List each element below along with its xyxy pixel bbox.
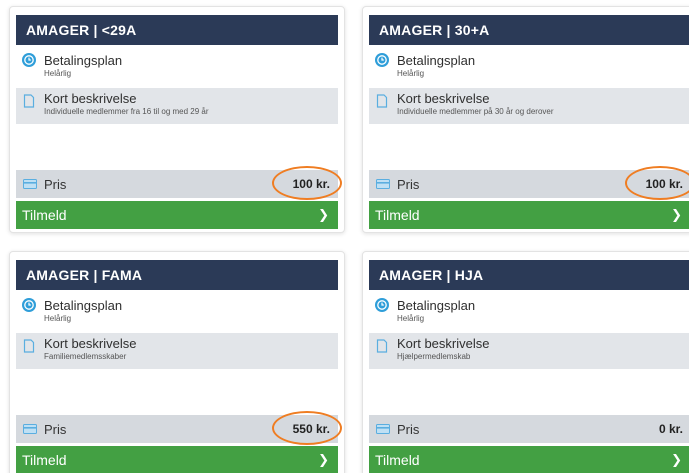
signup-label: Tilmeld bbox=[22, 452, 67, 468]
chevron-right-icon: ❯ bbox=[318, 452, 329, 467]
credit-card-icon bbox=[23, 179, 37, 189]
payment-plan-value: Helårlig bbox=[397, 314, 425, 323]
payment-plan-value: Helårlig bbox=[44, 69, 72, 78]
payment-plan-label: Betalingsplan bbox=[44, 53, 123, 68]
clock-icon bbox=[22, 53, 36, 67]
price-row: Pris 100 kr. bbox=[16, 166, 342, 200]
document-icon bbox=[376, 339, 388, 353]
description-label: Kort beskrivelse bbox=[397, 336, 490, 351]
price-row: Pris 550 kr. bbox=[16, 411, 342, 445]
membership-grid: AMAGER | <29A Betalingsplan Helårlig Kor… bbox=[0, 0, 689, 473]
card-title: AMAGER | HJA bbox=[369, 260, 689, 290]
price-row: Pris 0 kr. bbox=[369, 415, 689, 443]
price-value: 550 kr. bbox=[292, 422, 330, 436]
credit-card-icon bbox=[376, 179, 390, 189]
document-icon bbox=[23, 94, 35, 108]
price-label: Pris bbox=[44, 422, 67, 437]
description-value: Hjælpermedlemskab bbox=[397, 352, 471, 361]
clock-icon bbox=[375, 298, 389, 312]
price-value: 0 kr. bbox=[658, 422, 683, 436]
clock-icon bbox=[375, 53, 389, 67]
membership-card: AMAGER | 30+A Betalingsplan Helårlig Kor… bbox=[362, 6, 689, 233]
price-label: Pris bbox=[397, 422, 420, 437]
price-label: Pris bbox=[44, 177, 67, 192]
signup-button[interactable]: Tilmeld ❯ bbox=[16, 201, 338, 229]
description-label: Kort beskrivelse bbox=[44, 91, 137, 106]
card-title: AMAGER | FAMA bbox=[16, 260, 338, 290]
payment-plan-row: Betalingsplan Helårlig bbox=[16, 292, 338, 331]
payment-plan-row: Betalingsplan Helårlig bbox=[369, 292, 689, 331]
payment-plan-label: Betalingsplan bbox=[44, 298, 123, 313]
document-icon bbox=[376, 94, 388, 108]
payment-plan-label: Betalingsplan bbox=[397, 53, 476, 68]
chevron-right-icon: ❯ bbox=[671, 207, 682, 222]
price-value: 100 kr. bbox=[292, 177, 330, 191]
price-row: Pris 100 kr. bbox=[369, 166, 689, 200]
signup-button[interactable]: Tilmeld ❯ bbox=[369, 201, 689, 229]
payment-plan-value: Helårlig bbox=[397, 69, 425, 78]
signup-label: Tilmeld bbox=[375, 207, 420, 223]
card-title: AMAGER | 30+A bbox=[369, 15, 689, 45]
price-value: 100 kr. bbox=[645, 177, 683, 191]
payment-plan-label: Betalingsplan bbox=[397, 298, 476, 313]
signup-label: Tilmeld bbox=[22, 207, 67, 223]
price-label: Pris bbox=[397, 177, 420, 192]
document-icon bbox=[23, 339, 35, 353]
credit-card-icon bbox=[23, 424, 37, 434]
description-value: Individuelle medlemmer fra 16 til og med… bbox=[44, 107, 209, 116]
membership-card: AMAGER | HJA Betalingsplan Helårlig Kort… bbox=[362, 251, 689, 473]
description-row: Kort beskrivelse Individuelle medlemmer … bbox=[369, 88, 689, 124]
chevron-right-icon: ❯ bbox=[318, 207, 329, 222]
payment-plan-row: Betalingsplan Helårlig bbox=[369, 47, 689, 86]
payment-plan-value: Helårlig bbox=[44, 314, 72, 323]
description-value: Individuelle medlemmer på 30 år og derov… bbox=[397, 107, 554, 116]
signup-label: Tilmeld bbox=[375, 452, 420, 468]
description-value: Familiemedlemsskaber bbox=[44, 352, 127, 361]
description-row: Kort beskrivelse Individuelle medlemmer … bbox=[16, 88, 338, 124]
card-title: AMAGER | <29A bbox=[16, 15, 338, 45]
chevron-right-icon: ❯ bbox=[671, 452, 682, 467]
signup-button[interactable]: Tilmeld ❯ bbox=[369, 446, 689, 473]
description-label: Kort beskrivelse bbox=[44, 336, 137, 351]
credit-card-icon bbox=[376, 424, 390, 434]
membership-card: AMAGER | FAMA Betalingsplan Helårlig Kor… bbox=[9, 251, 345, 473]
description-row: Kort beskrivelse Familiemedlemsskaber bbox=[16, 333, 338, 369]
signup-button[interactable]: Tilmeld ❯ bbox=[16, 446, 338, 473]
description-label: Kort beskrivelse bbox=[397, 91, 490, 106]
clock-icon bbox=[22, 298, 36, 312]
payment-plan-row: Betalingsplan Helårlig bbox=[16, 47, 338, 86]
membership-card: AMAGER | <29A Betalingsplan Helårlig Kor… bbox=[9, 6, 345, 233]
description-row: Kort beskrivelse Hjælpermedlemskab bbox=[369, 333, 689, 369]
